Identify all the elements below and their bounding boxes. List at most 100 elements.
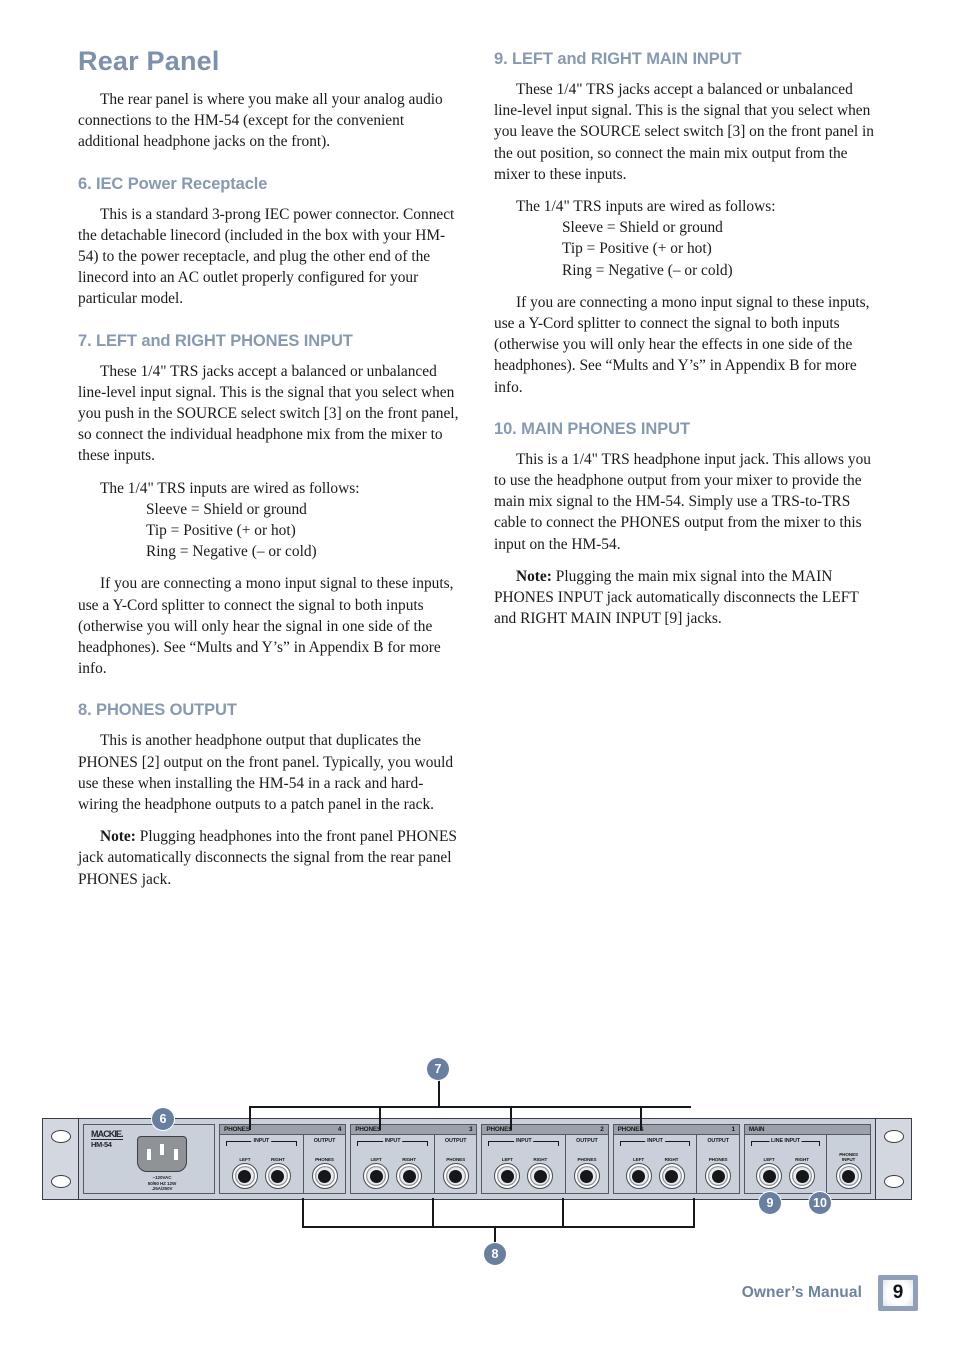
channel-4-right-jack-wrap: RIGHT: [264, 1157, 291, 1189]
heading-section-8: 8. PHONES OUTPUT: [78, 701, 237, 720]
rear-panel-diagram: 7 6 MACKIE. HM-54 ~120VAC 50/60 HZ 12W .…: [0, 1040, 954, 1270]
channel-2-output-group: OUTPUT PHONES: [566, 1135, 607, 1193]
channel-3-output-title: OUTPUT: [442, 1138, 469, 1144]
mackie-logo: MACKIE.: [91, 1129, 124, 1140]
channel-3-right-jack[interactable]: [396, 1163, 423, 1189]
main-phones-input-jack[interactable]: [835, 1163, 862, 1189]
callout-10: 10: [809, 1192, 831, 1214]
channel-4-input-title: INPUT: [251, 1138, 272, 1144]
page-footer: Owner’s Manual 9: [0, 1275, 954, 1315]
jack-hole-icon: [842, 1169, 856, 1183]
rack-ear-right: [875, 1119, 911, 1199]
channel-2-left-jack-wrap: LEFT: [494, 1157, 521, 1189]
wiring-item-sleeve: Sleeve = Shield or ground: [146, 500, 307, 518]
side-vertical-title: Owner's Manual: [886, 0, 954, 28]
channel-4-left-label: LEFT: [239, 1157, 251, 1162]
channel-3-phones-label: PHONES: [446, 1157, 466, 1162]
channel-4-left-jack[interactable]: [231, 1163, 258, 1189]
channel-2-phones-jack[interactable]: [573, 1163, 600, 1189]
note-label: Note:: [516, 567, 552, 585]
jack-hole-icon: [580, 1169, 594, 1183]
channel-3-left-label: LEFT: [370, 1157, 382, 1162]
heading-section-6: 6. IEC Power Receptacle: [78, 174, 268, 193]
rack-hole-icon: [884, 1130, 904, 1143]
channel-2-phones-label: PHONES: [577, 1157, 597, 1162]
article-columns: Rear Panel The rear panel is where you m…: [78, 46, 878, 901]
iec-pin: [160, 1144, 164, 1155]
footer-manual-label: Owner’s Manual: [741, 1284, 862, 1301]
channel-2-left-jack[interactable]: [494, 1163, 521, 1189]
leader-line-8-branch-4: [302, 1198, 304, 1226]
leader-line-7-branch-3: [379, 1106, 381, 1130]
main-line-input-jacks: LEFT RIGHT: [745, 1157, 826, 1189]
channel-1-right-jack[interactable]: [658, 1163, 685, 1189]
channel-2-right-label: RIGHT: [533, 1157, 548, 1162]
channel-3-header: PHONES 3: [351, 1125, 477, 1135]
main-line-input-group: LINE INPUT LEFT RIGHT: [745, 1135, 828, 1193]
channel-4-right-jack[interactable]: [264, 1163, 291, 1189]
channel-2-number: 2: [600, 1126, 604, 1133]
channel-2-right-jack[interactable]: [527, 1163, 554, 1189]
page-title: Rear Panel: [78, 46, 220, 76]
channel-4-number: 4: [337, 1126, 342, 1133]
main-phones-input-group: PHONES INPUT: [827, 1135, 870, 1193]
channel-2-input-jacks: LEFT RIGHT: [482, 1157, 565, 1189]
main-phones-input-jack-wrap: PHONES INPUT: [835, 1152, 862, 1189]
channel-2-body: INPUT LEFT RIGHT OUTPUT PHONES: [482, 1135, 607, 1193]
channel-3-input-group: INPUT LEFT RIGHT: [351, 1135, 435, 1193]
channel-4-phones-jack-wrap: PHONES: [311, 1157, 338, 1189]
rear-panel-chassis: MACKIE. HM-54 ~120VAC 50/60 HZ 12W .25A/…: [42, 1118, 912, 1200]
main-line-input-title: LINE INPUT: [769, 1138, 803, 1144]
channel-1-output-title: OUTPUT: [705, 1138, 731, 1144]
jack-hole-icon: [665, 1169, 678, 1183]
main-left-jack-wrap: LEFT: [756, 1157, 783, 1189]
rack-hole-icon: [51, 1175, 71, 1188]
heading-section-10: 10. MAIN PHONES INPUT: [494, 419, 690, 438]
section-7-wiring-list: The 1/4" TRS inputs are wired as follows…: [78, 478, 462, 563]
main-phones-input-jacks: PHONES INPUT: [827, 1152, 870, 1189]
channel-4-header: PHONES 4: [220, 1125, 346, 1135]
main-header-label: MAIN: [748, 1126, 765, 1133]
channel-1-left-jack[interactable]: [625, 1163, 652, 1189]
wiring-item-tip: Tip = Positive (+ or hot): [146, 522, 296, 540]
channel-3-header-label: PHONES: [355, 1126, 381, 1133]
channel-1-input-group: INPUT LEFT RIGHT: [614, 1135, 698, 1193]
channel-3-output-group: OUTPUT PHONES: [435, 1135, 476, 1193]
channel-4-phones-jack[interactable]: [311, 1163, 338, 1189]
callout-8: 8: [484, 1243, 506, 1265]
brand-mark: MACKIE. HM-54: [91, 1129, 124, 1149]
channel-3-output-jacks: PHONES: [435, 1157, 476, 1189]
channel-strip-1: PHONES 1 INPUT LEFT RIGHT OUTPUT PHONES: [612, 1124, 740, 1194]
section-9-paragraph-1: These 1/4" TRS jacks accept a balanced o…: [494, 81, 874, 183]
leader-line-8-bus: [302, 1226, 695, 1228]
main-left-jack[interactable]: [756, 1163, 783, 1189]
leader-line-7-branch-2: [510, 1106, 512, 1130]
channel-1-right-jack-wrap: RIGHT: [658, 1157, 685, 1189]
channel-3-phones-jack[interactable]: [442, 1163, 469, 1189]
jack-hole-icon: [533, 1169, 547, 1183]
channel-4-output-group: OUTPUT PHONES: [304, 1135, 345, 1193]
jack-hole-icon: [369, 1169, 383, 1183]
channel-3-left-jack[interactable]: [363, 1163, 390, 1189]
wiring-item-ring: Ring = Negative (– or cold): [562, 261, 733, 279]
main-right-label: RIGHT: [795, 1157, 809, 1162]
channel-1-left-jack-wrap: LEFT: [625, 1157, 652, 1189]
channel-strip-4: PHONES 4 INPUT LEFT RIGHT OUTPUT PHONES: [219, 1124, 347, 1194]
channel-1-phones-label: PHONES: [708, 1157, 728, 1162]
channel-4-output-jacks: PHONES: [304, 1157, 345, 1189]
heading-section-7: 7. LEFT and RIGHT PHONES INPUT: [78, 331, 353, 350]
section-7-paragraph-2: If you are connecting a mono input signa…: [78, 575, 454, 678]
section-10-paragraph-1: This is a 1/4" TRS headphone input jack.…: [494, 450, 871, 553]
main-phones-input-label: PHONES INPUT: [839, 1152, 858, 1162]
callout-7: 7: [427, 1058, 449, 1080]
channel-4-right-label: RIGHT: [270, 1157, 285, 1162]
channel-1-body: INPUT LEFT RIGHT OUTPUT PHONES: [614, 1135, 739, 1193]
channel-1-phones-jack[interactable]: [705, 1163, 732, 1189]
callout-6: 6: [152, 1108, 174, 1130]
channel-2-output-title: OUTPUT: [574, 1138, 600, 1144]
leader-line-8-branch-2: [562, 1198, 564, 1226]
jack-hole-icon: [318, 1169, 331, 1183]
section-6-paragraph-1: This is a standard 3-prong IEC power con…: [78, 205, 455, 308]
main-right-jack[interactable]: [789, 1163, 816, 1189]
channel-3-right-jack-wrap: RIGHT: [396, 1157, 423, 1189]
